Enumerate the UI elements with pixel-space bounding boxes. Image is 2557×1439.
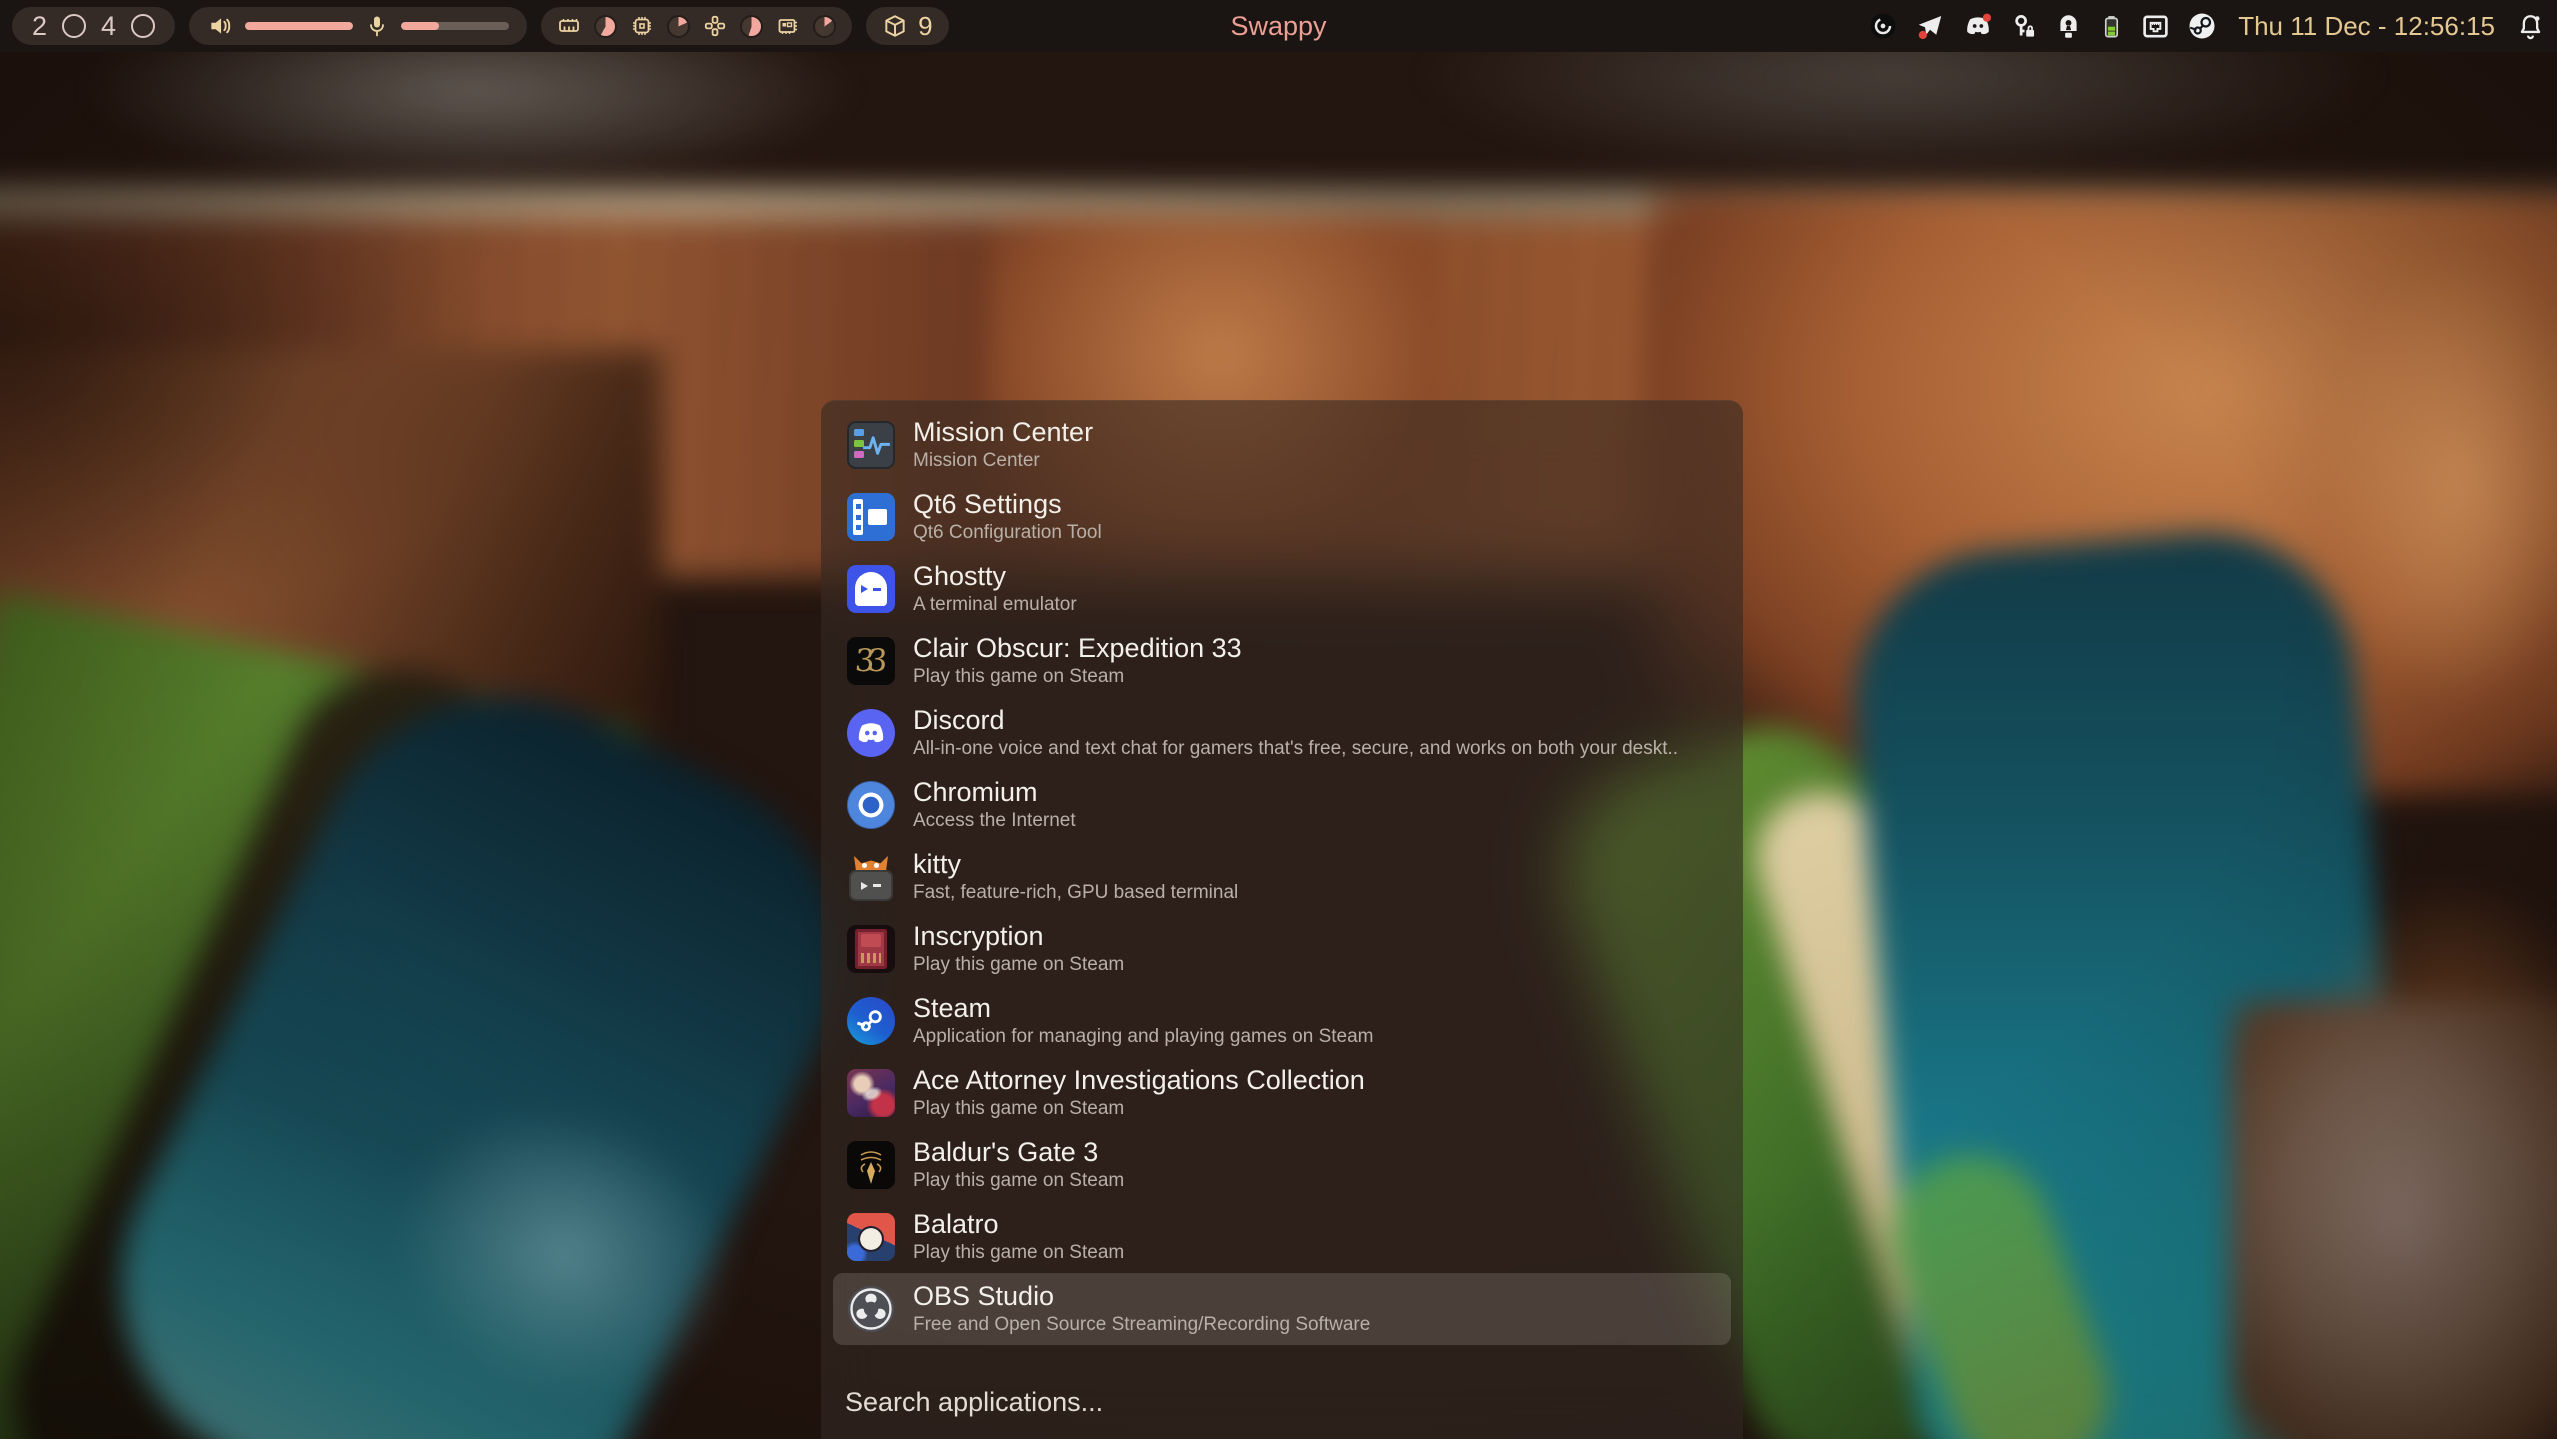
usage-pie[interactable] — [813, 15, 836, 38]
updates-count: 9 — [918, 11, 932, 42]
app-row[interactable]: Ace Attorney Investigations Collection P… — [833, 1057, 1731, 1129]
app-name: Mission Center — [913, 416, 1093, 448]
app-description: Mission Center — [913, 449, 1093, 474]
app-row[interactable]: Steam Application for managing and playi… — [833, 985, 1731, 1057]
app-description: Access the Internet — [913, 809, 1076, 834]
microphone-icon[interactable] — [365, 14, 389, 38]
app-description: Qt6 Configuration Tool — [913, 521, 1102, 546]
steam-icon — [847, 997, 895, 1045]
app-row[interactable]: Baldur's Gate 3 Play this game on Steam — [833, 1129, 1731, 1201]
audio-module — [189, 7, 527, 45]
app-name: Chromium — [913, 776, 1076, 808]
app-description: Play this game on Steam — [913, 953, 1124, 978]
search-input[interactable] — [843, 1386, 1721, 1419]
app-name: Balatro — [913, 1208, 1124, 1240]
mic-slider[interactable] — [401, 22, 509, 30]
app-description: Fast, feature-rich, GPU based terminal — [913, 881, 1238, 906]
app-name: Discord — [913, 704, 1678, 736]
ace-attorney-icon — [847, 1069, 895, 1117]
clock[interactable]: Thu 11 Dec - 12:56:15 — [2238, 11, 2495, 42]
usage-pie[interactable] — [667, 15, 690, 38]
system-stats-module — [541, 7, 852, 45]
steelseries-tray-icon[interactable] — [1868, 11, 1898, 41]
keepassxc-key-icon[interactable] — [2011, 13, 2038, 40]
workspace-circle-icon[interactable] — [62, 14, 86, 38]
app-description: Free and Open Source Streaming/Recording… — [913, 1313, 1370, 1338]
usage-pie[interactable] — [594, 15, 617, 38]
app-description: Play this game on Steam — [913, 665, 1242, 690]
window-title: Swappy — [1230, 11, 1326, 42]
top-bar: 2 4 — [0, 0, 2557, 52]
app-description: Play this game on Steam — [913, 1241, 1124, 1266]
speaker-slider[interactable] — [245, 22, 353, 30]
app-row[interactable]: Discord All-in-one voice and text chat f… — [833, 697, 1731, 769]
app-row[interactable]: Inscryption Play this game on Steam — [833, 913, 1731, 985]
cpu-icon[interactable] — [630, 14, 654, 38]
app-row[interactable]: kitty Fast, feature-rich, GPU based term… — [833, 841, 1731, 913]
app-row[interactable]: Ghostty A terminal emulator — [833, 553, 1731, 625]
ethernet-network-icon[interactable] — [2141, 12, 2170, 41]
app-name: Qt6 Settings — [913, 488, 1102, 520]
obs-studio-icon — [847, 1285, 895, 1333]
baldurs-gate-3-icon — [847, 1141, 895, 1189]
app-name: Inscryption — [913, 920, 1124, 952]
workspaces-module[interactable]: 2 4 — [12, 7, 175, 45]
app-description: A terminal emulator — [913, 593, 1077, 618]
balatro-icon — [847, 1213, 895, 1261]
app-row[interactable]: 33 Clair Obscur: Expedition 33 Play this… — [833, 625, 1731, 697]
qt6-settings-icon — [847, 493, 895, 541]
app-description: Play this game on Steam — [913, 1097, 1365, 1122]
app-description: Play this game on Steam — [913, 1169, 1124, 1194]
workspace-number[interactable]: 4 — [101, 13, 116, 40]
app-name: Baldur's Gate 3 — [913, 1136, 1124, 1168]
inscryption-icon — [847, 925, 895, 973]
gpu-chip-icon[interactable] — [776, 14, 800, 38]
app-name: kitty — [913, 848, 1238, 880]
usage-pie[interactable] — [740, 15, 763, 38]
updates-module[interactable]: 9 — [866, 7, 948, 45]
search-bar — [821, 1365, 1743, 1439]
app-description: All-in-one voice and text chat for gamer… — [913, 737, 1678, 762]
clair-obscur-icon: 33 — [847, 637, 895, 685]
app-row[interactable]: Balatro Play this game on Steam — [833, 1201, 1731, 1273]
mission-center-icon — [847, 421, 895, 469]
topbar-right-modules: Thu 11 Dec - 12:56:15 — [1868, 10, 2545, 42]
app-name: Ghostty — [913, 560, 1077, 592]
app-name: OBS Studio — [913, 1280, 1370, 1312]
app-row[interactable]: Qt6 Settings Qt6 Configuration Tool — [833, 481, 1731, 553]
app-launcher-panel: Mission Center Mission Center Qt6 Settin… — [821, 400, 1743, 1439]
app-name: Clair Obscur: Expedition 33 — [913, 632, 1242, 664]
notification-bell-icon[interactable] — [2516, 12, 2545, 41]
app-name: Ace Attorney Investigations Collection — [913, 1064, 1365, 1096]
speaker-icon[interactable] — [207, 13, 233, 39]
workspace-circle-icon[interactable] — [131, 14, 155, 38]
app-description: Application for managing and playing gam… — [913, 1025, 1374, 1050]
discord-tray-icon[interactable] — [1962, 10, 1994, 42]
app-row[interactable]: Mission Center Mission Center — [833, 409, 1731, 481]
telegram-tray-icon[interactable] — [1915, 11, 1945, 41]
workspace-number[interactable]: 2 — [32, 13, 47, 40]
app-row[interactable]: OBS Studio Free and Open Source Streamin… — [833, 1273, 1731, 1345]
app-name: Steam — [913, 992, 1374, 1024]
gamepad-dpad-icon[interactable] — [703, 14, 727, 38]
keyring-keyhole-icon[interactable] — [2055, 13, 2082, 40]
app-row[interactable]: Chromium Access the Internet — [833, 769, 1731, 841]
app-list: Mission Center Mission Center Qt6 Settin… — [821, 401, 1743, 1345]
steam-tray-icon[interactable] — [2187, 11, 2217, 41]
memory-icon[interactable] — [557, 14, 581, 38]
topbar-left-modules: 2 4 — [12, 7, 949, 45]
battery-indicator-icon[interactable] — [2099, 14, 2124, 39]
chromium-icon — [847, 781, 895, 829]
kitty-icon — [847, 853, 895, 901]
package-box-icon — [882, 13, 908, 39]
ghostty-icon — [847, 565, 895, 613]
discord-icon — [847, 709, 895, 757]
